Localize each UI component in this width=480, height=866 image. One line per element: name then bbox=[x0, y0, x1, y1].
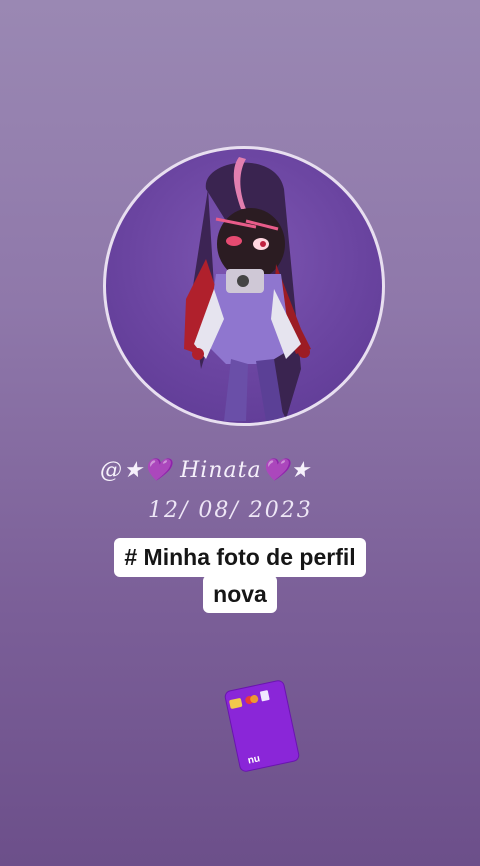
username-handle: @★💜 Hinata💜★ bbox=[100, 458, 311, 483]
profile-photo-image bbox=[106, 149, 382, 423]
caption-line-2: nova bbox=[203, 574, 277, 613]
profile-photo bbox=[103, 146, 385, 426]
caption-line-1: # Minha foto de perfil bbox=[114, 538, 366, 577]
post-date: 12/ 08/ 2023 bbox=[148, 498, 313, 523]
caption-text: # Minha foto de perfil nova bbox=[0, 538, 480, 613]
nubank-card-sticker[interactable]: nu bbox=[223, 678, 301, 773]
anime-character-illustration bbox=[184, 157, 311, 421]
